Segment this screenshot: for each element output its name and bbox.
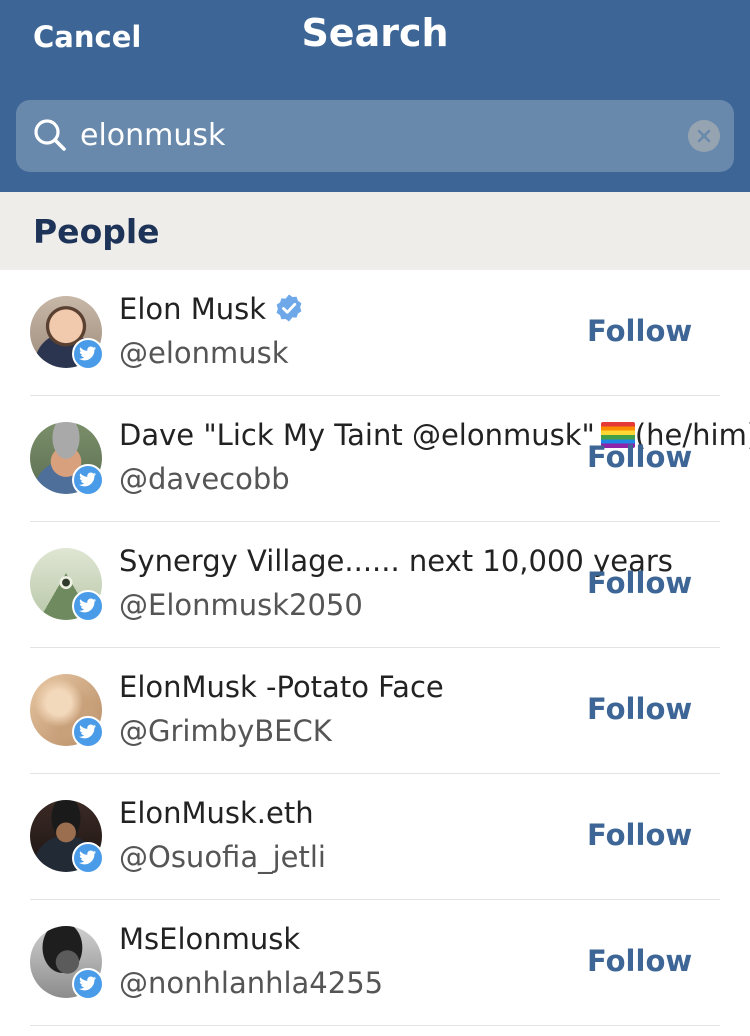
search-icon [34, 119, 66, 151]
user-handle: @GrimbyBECK [119, 714, 332, 748]
header-bar: Cancel Search [0, 0, 750, 192]
follow-button[interactable]: Follow [587, 944, 692, 978]
avatar[interactable] [30, 926, 104, 1000]
avatar[interactable] [30, 422, 104, 496]
clear-icon[interactable] [688, 120, 720, 152]
follow-button[interactable]: Follow [587, 692, 692, 726]
list-item[interactable]: ElonMusk.eth @Osuofia_jetli Follow [0, 774, 750, 900]
display-name: ElonMusk -Potato Face [119, 670, 444, 704]
people-list: Elon Musk @elonmusk Follow Dave "Lick My… [0, 270, 750, 1026]
avatar[interactable] [30, 548, 104, 622]
user-handle: @nonhlanhla4255 [119, 966, 384, 1000]
twitter-bird-icon [72, 968, 104, 1000]
list-item[interactable]: Elon Musk @elonmusk Follow [0, 270, 750, 396]
follow-button[interactable]: Follow [587, 818, 692, 852]
user-handle: @Osuofia_jetli [119, 840, 326, 874]
section-title: People [33, 212, 160, 251]
list-item[interactable]: Synergy Village...... next 10,000 years … [0, 522, 750, 648]
follow-button[interactable]: Follow [587, 440, 692, 474]
user-handle: @Elonmusk2050 [119, 588, 363, 622]
verified-badge-icon [276, 294, 302, 322]
list-item[interactable]: Dave "Lick My Taint @elonmusk" (he/him) @… [0, 396, 750, 522]
display-name: ElonMusk.eth [119, 796, 314, 830]
list-item[interactable]: MsElonmusk @nonhlanhla4255 Follow [0, 900, 750, 1026]
search-input[interactable] [80, 118, 670, 153]
section-header-people: People [0, 192, 750, 270]
twitter-bird-icon [72, 338, 104, 370]
twitter-bird-icon [72, 716, 104, 748]
avatar[interactable] [30, 674, 104, 748]
twitter-bird-icon [72, 464, 104, 496]
user-handle: @davecobb [119, 462, 290, 496]
follow-button[interactable]: Follow [587, 314, 692, 348]
display-name: Elon Musk [119, 292, 304, 326]
user-handle: @elonmusk [119, 336, 289, 370]
twitter-bird-icon [72, 590, 104, 622]
follow-button[interactable]: Follow [587, 566, 692, 600]
avatar[interactable] [30, 800, 104, 874]
page-title: Search [301, 11, 449, 55]
twitter-bird-icon [72, 842, 104, 874]
list-item[interactable]: ElonMusk -Potato Face @GrimbyBECK Follow [0, 648, 750, 774]
search-bar[interactable] [16, 100, 734, 172]
avatar[interactable] [30, 296, 104, 370]
display-name: MsElonmusk [119, 922, 301, 956]
